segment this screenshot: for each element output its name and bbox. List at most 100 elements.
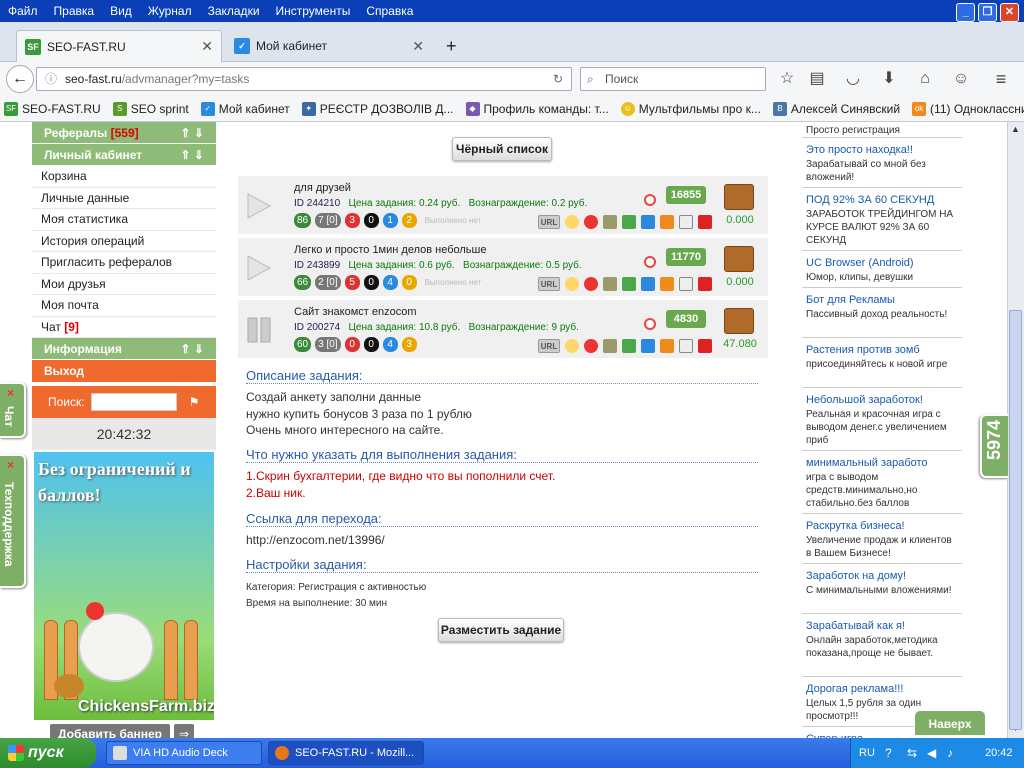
task-link[interactable]: http://enzocom.net/13996/ xyxy=(246,532,385,549)
bookmark-cabinet[interactable]: ✓ Мой кабинет xyxy=(197,101,290,116)
sidebar-cabinet[interactable]: Личный кабинет ⇑ ⇓ xyxy=(32,144,216,166)
menu-help[interactable]: Справка xyxy=(358,4,421,18)
up-icon[interactable] xyxy=(660,215,674,229)
start-button[interactable]: пуск xyxy=(0,738,96,768)
bookmark-cartoons[interactable]: ☺ Мультфильмы про к... xyxy=(617,101,761,116)
table-icon[interactable] xyxy=(622,277,636,291)
close-icon[interactable]: ✕ xyxy=(412,38,424,55)
tab-seo-fast[interactable]: SF SEO-FAST.RU ✕ xyxy=(16,30,222,62)
ad-item[interactable]: Заработок на дому! С минимальными вложени… xyxy=(802,567,962,614)
hamburger-menu-icon[interactable]: ≡ xyxy=(990,68,1012,90)
sidebar-item-chat[interactable]: Чат [9] xyxy=(32,317,216,338)
ad-item[interactable]: Зарабатывай как я! Онлайн заработок,метод… xyxy=(802,617,962,677)
add-banner-arrow-button[interactable]: ⇒ xyxy=(174,724,194,738)
blacklist-button[interactable]: Чёрный список xyxy=(452,137,552,161)
sidebar-item-mail[interactable]: Моя почта xyxy=(32,295,216,317)
delete-icon[interactable] xyxy=(698,277,712,291)
ad-item[interactable]: ПОД 92% ЗА 60 СЕКУНД ЗАРАБОТОК ТРЕЙДИНГОМ… xyxy=(802,191,962,251)
delete-icon[interactable] xyxy=(698,215,712,229)
arrow-icon[interactable] xyxy=(641,339,655,353)
edit-icon[interactable] xyxy=(679,339,693,353)
to-top-button[interactable]: Наверх xyxy=(914,710,986,736)
close-window-button[interactable]: ✕ xyxy=(1000,3,1019,22)
back-button[interactable]: ← xyxy=(6,65,34,93)
bookmark-registry[interactable]: ✦ РЕЄСТР ДОЗВОЛІВ Д... xyxy=(298,101,454,116)
volume-icon[interactable]: ♪ xyxy=(947,738,953,768)
scroll-up-icon[interactable]: ▲ xyxy=(1009,124,1022,137)
ad-banner[interactable]: Без ограничений и баллов! ChickensFarm.b… xyxy=(34,452,214,720)
expand-arrows-icon[interactable]: ⇑ ⇓ xyxy=(181,144,204,166)
ad-item[interactable]: минимальный заработо игра с выводом средс… xyxy=(802,454,962,514)
ad-item[interactable]: Растения против зомб присоединяйтесь к но… xyxy=(802,341,962,388)
sidebar-referrals[interactable]: Рефералы [559] ⇑ ⇓ xyxy=(32,122,216,144)
sidebar-item-basket[interactable]: Корзина xyxy=(32,166,216,188)
up-icon[interactable] xyxy=(660,339,674,353)
sidebar-item-history[interactable]: История операций xyxy=(32,231,216,252)
menu-history[interactable]: Журнал xyxy=(140,4,200,18)
url-button[interactable]: URL xyxy=(538,215,560,229)
ad-title[interactable]: Бот для Рекламы xyxy=(806,293,958,308)
ad-item[interactable]: Бот для Рекламы Пассивный доход реальност… xyxy=(802,291,962,338)
sidebar-item-invite[interactable]: Пригласить рефералов xyxy=(32,252,216,274)
search-input[interactable]: ⌕ Поиск xyxy=(580,67,766,91)
network-icon[interactable]: ⇆ xyxy=(907,738,917,768)
chat-side-tab[interactable]: × Чат xyxy=(0,382,26,438)
ad-title[interactable]: минимальный заработо xyxy=(806,456,958,471)
ad-item[interactable]: Это просто находка!! Зарабатывай со мной … xyxy=(802,141,962,188)
bookmark-seo-fast[interactable]: SF SEO-FAST.RU xyxy=(0,101,101,116)
scrollbar-thumb[interactable] xyxy=(1009,310,1022,730)
task-title[interactable]: Легко и просто 1мин делов небольше xyxy=(294,244,486,256)
task-title[interactable]: для друзей xyxy=(294,182,351,194)
reading-list-icon[interactable]: ▤ xyxy=(806,68,828,90)
language-indicator[interactable]: RU xyxy=(859,738,875,768)
download-icon[interactable]: ⬇ xyxy=(878,68,900,90)
sidebar-info[interactable]: Информация ⇑ ⇓ xyxy=(32,338,216,360)
arrow-icon[interactable] xyxy=(641,215,655,229)
search-go-icon[interactable]: ⚑ xyxy=(189,395,200,409)
magnifier-icon[interactable] xyxy=(565,215,579,229)
taskbar-item-firefox[interactable]: SEO-FAST.RU - Mozill... xyxy=(268,741,424,765)
stop-icon[interactable] xyxy=(584,339,598,353)
menu-bookmarks[interactable]: Закладки xyxy=(200,4,268,18)
ad-item[interactable]: Небольшой заработок! Реальная и красочная… xyxy=(802,391,962,451)
edit-icon[interactable] xyxy=(679,277,693,291)
maximize-button[interactable]: ❐ xyxy=(978,3,997,22)
reload-icon[interactable]: ↻ xyxy=(553,68,563,90)
menu-view[interactable]: Вид xyxy=(102,4,140,18)
ad-title[interactable]: Зарабатывай как я! xyxy=(806,619,958,634)
ad-title[interactable]: Небольшой заработок! xyxy=(806,393,958,408)
add-banner-button[interactable]: Добавить баннер xyxy=(50,724,170,738)
up-icon[interactable] xyxy=(660,277,674,291)
delete-icon[interactable] xyxy=(698,339,712,353)
sidebar-item-friends[interactable]: Мои друзья xyxy=(32,274,216,295)
ad-title[interactable]: UC Browser (Android) xyxy=(806,256,958,271)
ad-title[interactable]: Раскрутка бизнеса! xyxy=(806,519,958,534)
wallet-icon[interactable] xyxy=(724,308,754,334)
bookmark-odnoklassniki[interactable]: ok(11) Одноклассники xyxy=(908,101,1024,116)
close-icon[interactable]: × xyxy=(7,386,14,400)
menu-tools[interactable]: Инструменты xyxy=(268,4,359,18)
smiley-icon[interactable]: ☺ xyxy=(950,68,972,90)
table-icon[interactable] xyxy=(622,215,636,229)
sidebar-search-input[interactable] xyxy=(90,393,177,411)
expand-arrows-icon[interactable]: ⇑ ⇓ xyxy=(181,122,204,144)
expand-arrows-icon[interactable]: ⇑ ⇓ xyxy=(181,338,204,360)
help-icon[interactable]: ? xyxy=(885,738,892,768)
magnifier-icon[interactable] xyxy=(565,339,579,353)
ad-title[interactable]: Это просто находка!! xyxy=(806,143,958,158)
url-button[interactable]: URL xyxy=(538,277,560,291)
edit-icon[interactable] xyxy=(679,215,693,229)
chart-icon[interactable] xyxy=(603,339,617,353)
task-title[interactable]: Сайт знакомст enzocom xyxy=(294,306,417,318)
play-icon[interactable] xyxy=(246,192,272,220)
ad-item[interactable]: UC Browser (Android) Юмор, клипы, девушки xyxy=(802,254,962,288)
ad-title[interactable]: Дорогая реклама!!! xyxy=(806,682,958,697)
support-side-tab[interactable]: × Техподдержка xyxy=(0,454,26,588)
minimize-button[interactable]: _ xyxy=(956,3,975,22)
ad-item[interactable]: Раскрутка бизнеса! Увеличение продаж и кл… xyxy=(802,517,962,564)
stop-icon[interactable] xyxy=(584,277,598,291)
wallet-icon[interactable] xyxy=(724,184,754,210)
menu-file[interactable]: Файл xyxy=(0,4,46,18)
chart-icon[interactable] xyxy=(603,277,617,291)
bookmark-team-profile[interactable]: ◆ Профиль команды: т... xyxy=(462,101,609,116)
